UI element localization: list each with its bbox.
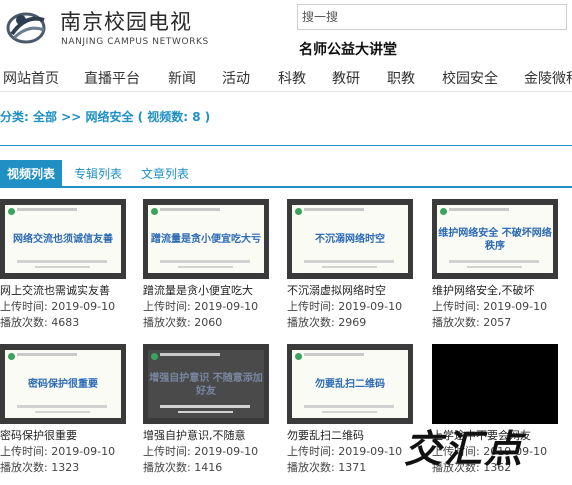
play-count: 播放次数: 2057 xyxy=(432,316,512,329)
video-title[interactable]: 网上交流也需诚实友善 xyxy=(0,282,130,298)
upload-time: 上传时间: 2019-09-10 xyxy=(432,300,548,313)
play-count: 播放次数: 4683 xyxy=(0,316,80,329)
site-header: 南京校园电视 NANJING CAMPUS NETWORKS 名师公益大讲堂 xyxy=(0,0,572,62)
nav-item-activities[interactable]: 活动 xyxy=(222,68,250,88)
video-title[interactable]: 增强自护意识,不随意 xyxy=(143,427,273,443)
nav-item-research[interactable]: 教研 xyxy=(332,68,360,88)
video-thumbnail[interactable]: 勿要乱扫二维码 xyxy=(287,344,413,424)
upload-time: 上传时间: 2019-09-10 xyxy=(0,445,116,458)
video-thumbnail[interactable]: 密码保护很重要 xyxy=(0,344,126,424)
play-count: 播放次数: 1323 xyxy=(0,461,80,474)
list-tabs: 视频列表 专辑列表 文章列表 xyxy=(0,160,572,188)
play-count: 播放次数: 1371 xyxy=(287,461,367,474)
nav-item-news[interactable]: 新闻 xyxy=(168,68,196,88)
thumbnail-title: 增强自护意识 不随意添加好友 xyxy=(149,373,263,397)
play-count: 播放次数: 2060 xyxy=(143,316,223,329)
upload-time: 上传时间: 2019-09-10 xyxy=(0,300,116,313)
breadcrumb[interactable]: 分类: 全部 >> 网络安全 ( 视频数: 8 ) xyxy=(0,108,210,125)
tab-article-list[interactable]: 文章列表 xyxy=(141,160,189,188)
play-count: 播放次数: 1416 xyxy=(143,461,223,474)
nav-item-science[interactable]: 科教 xyxy=(278,68,306,88)
video-title[interactable]: 蹭流量是贪小便宜吃大 xyxy=(143,282,273,298)
tab-album-list[interactable]: 专辑列表 xyxy=(74,160,122,188)
site-name-english: NANJING CAMPUS NETWORKS xyxy=(61,37,209,47)
thumbnail-title: 蹭流量是贪小便宜吃大亏 xyxy=(151,234,261,245)
nav-item-home[interactable]: 网站首页 xyxy=(3,68,59,88)
upload-time: 上传时间: 2019-09-10 xyxy=(143,300,259,313)
nav-item-vocational[interactable]: 职教 xyxy=(387,68,415,88)
thumbnail-title: 勿要乱扫二维码 xyxy=(315,379,385,390)
video-thumbnail[interactable]: 维护网络安全 不破坏网络秩序 xyxy=(432,199,558,279)
video-title[interactable]: 不沉溺虚拟网络时空 xyxy=(287,282,417,298)
video-thumbnail[interactable] xyxy=(432,344,558,424)
tab-video-list[interactable]: 视频列表 xyxy=(0,160,63,188)
video-title[interactable]: 密码保护很重要 xyxy=(0,427,130,443)
thumbnail-title: 网络交流也须诚信友善 xyxy=(13,234,113,245)
headline-link[interactable]: 名师公益大讲堂 xyxy=(299,39,397,59)
upload-time: 上传时间: 2019-09-10 xyxy=(143,445,259,458)
nav-item-jinling[interactable]: 金陵微种 xyxy=(524,68,572,88)
video-thumbnail[interactable]: 蹭流量是贪小便宜吃大亏 xyxy=(143,199,269,279)
video-title[interactable]: 勿要乱扫二维码 xyxy=(287,427,417,443)
video-thumbnail[interactable]: 增强自护意识 不随意添加好友 xyxy=(143,344,269,424)
nav-item-live[interactable]: 直播平台 xyxy=(84,68,140,88)
upload-time: 上传时间: 2019-09-10 xyxy=(287,300,403,313)
main-nav: 网站首页 直播平台 新闻 活动 科教 教研 职教 校园安全 金陵微种 xyxy=(0,62,572,92)
upload-time: 上传时间: 2019-09-10 xyxy=(287,445,403,458)
site-name: 南京校园电视 xyxy=(60,10,192,34)
nav-item-campus-safety[interactable]: 校园安全 xyxy=(442,68,498,88)
play-count: 播放次数: 2969 xyxy=(287,316,367,329)
thumbnail-title: 密码保护很重要 xyxy=(28,379,98,390)
thumbnail-title: 维护网络安全 不破坏网络秩序 xyxy=(438,228,552,252)
watermark-text: 交汇点 xyxy=(404,426,525,471)
thumbnail-title: 不沉溺网络时空 xyxy=(315,234,385,245)
watermark-logo: 交汇点 xyxy=(404,418,564,471)
video-thumbnail[interactable]: 网络交流也须诚信友善 xyxy=(0,199,126,279)
divider xyxy=(0,145,572,146)
search-input[interactable] xyxy=(297,4,567,30)
video-title[interactable]: 维护网络安全,不破坏 xyxy=(432,282,562,298)
video-thumbnail[interactable]: 不沉溺网络时空 xyxy=(287,199,413,279)
campus-tv-logo-icon[interactable] xyxy=(4,4,48,48)
